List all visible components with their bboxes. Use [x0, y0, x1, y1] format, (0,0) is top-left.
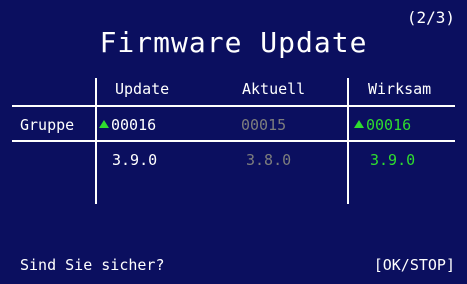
version-effective-value: 3.9.0	[370, 151, 416, 169]
confirm-prompt: Sind Sie sicher?	[20, 256, 165, 274]
group-effective-cell: 00016	[354, 116, 411, 134]
page-counter: (2/3)	[406, 8, 455, 27]
column-header-effective: Wirksam	[368, 80, 432, 98]
group-update-cell: 00016	[99, 116, 156, 134]
column-header-update: Update	[115, 80, 170, 98]
triangle-up-icon	[99, 120, 109, 128]
page-title: Firmware Update	[99, 26, 368, 59]
triangle-up-icon	[354, 120, 364, 128]
group-current-value: 00015	[241, 116, 287, 134]
row-label-group: Gruppe	[20, 116, 75, 134]
row-divider	[12, 140, 455, 142]
ok-stop-action[interactable]: [OK/STOP]	[374, 256, 455, 274]
group-effective-value: 00016	[366, 116, 412, 134]
firmware-update-screen: (2/3) Firmware Update Update Aktuell Wir…	[0, 0, 467, 284]
version-current-value: 3.8.0	[246, 151, 292, 169]
header-divider	[12, 105, 455, 107]
group-update-value: 00016	[111, 116, 157, 134]
column-header-current: Aktuell	[242, 80, 306, 98]
version-update-value: 3.9.0	[112, 151, 158, 169]
